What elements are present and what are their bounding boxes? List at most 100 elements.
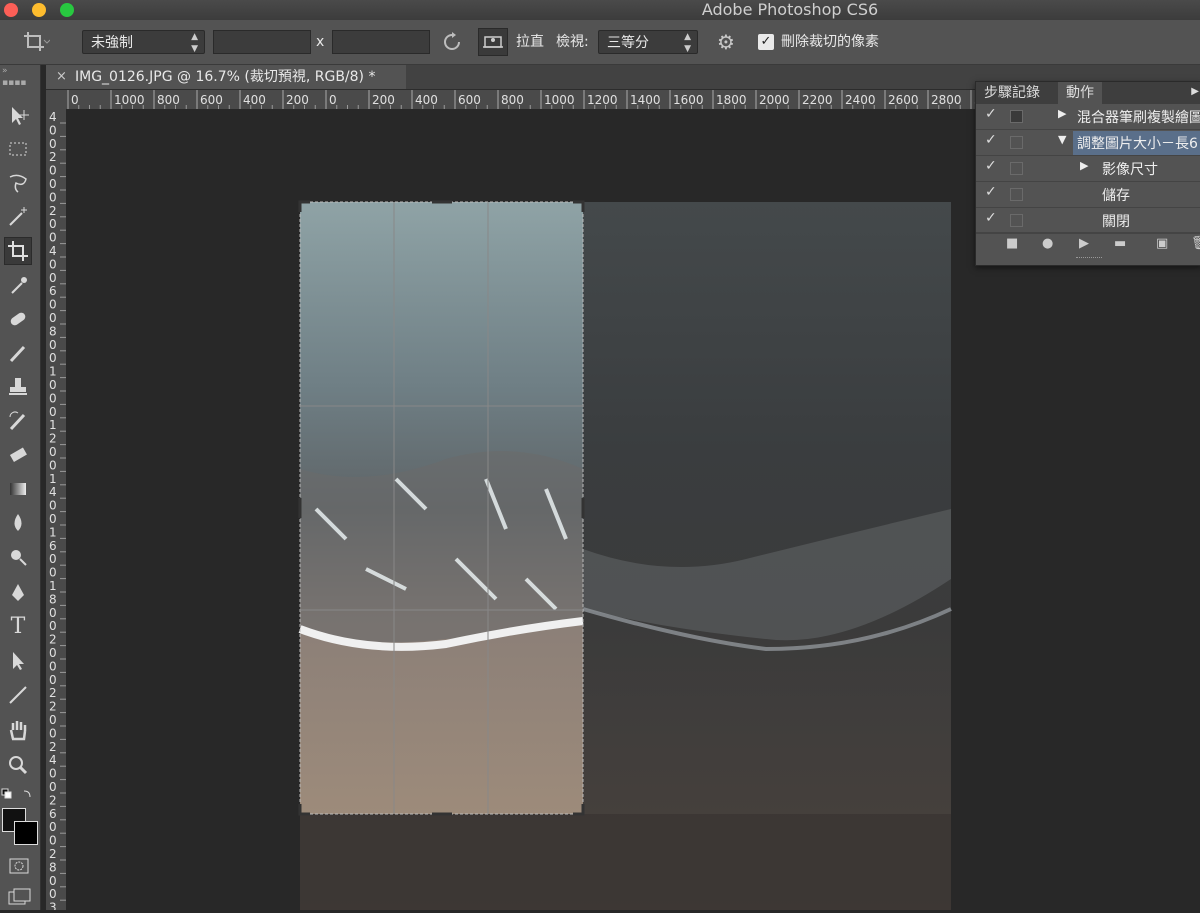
eraser-icon[interactable] xyxy=(4,441,32,469)
ruler-label: 4 xyxy=(49,244,57,258)
action-enabled-check[interactable]: ✓ xyxy=(985,210,997,226)
record-icon[interactable]: ● xyxy=(1042,236,1053,251)
ruler-label: 0 xyxy=(49,311,57,325)
ruler-label: 2000 xyxy=(759,93,790,107)
select-arrows-icon: ▲ ▼ xyxy=(191,32,198,54)
action-enabled-check[interactable]: ✓ xyxy=(985,184,997,200)
ruler-label: 4 xyxy=(49,485,57,499)
expand-triangle-icon[interactable]: ▶ xyxy=(1080,159,1088,172)
lasso-icon[interactable] xyxy=(4,169,32,197)
action-enabled-check[interactable]: ✓ xyxy=(985,132,997,148)
crop-height-input[interactable] xyxy=(332,30,430,54)
dialog-toggle-icon[interactable] xyxy=(1010,162,1023,175)
tab-history[interactable]: 步驟記錄 xyxy=(976,82,1048,104)
ruler-label: 2800 xyxy=(931,93,962,107)
eyedropper-icon[interactable] xyxy=(4,271,32,299)
crop-width-input[interactable] xyxy=(213,30,311,54)
magic-wand-icon[interactable] xyxy=(4,203,32,231)
healing-icon[interactable] xyxy=(4,305,32,333)
action-row-selected[interactable]: ✓ ▼ 調整圖片大小－長6 xyxy=(976,130,1200,156)
background-color-swatch[interactable] xyxy=(14,821,38,845)
panel-tab-strip: 步驟記錄 動作 ▶ xyxy=(976,82,1200,104)
delete-cropped-checkbox[interactable]: ✓ xyxy=(758,34,774,50)
ruler-label: 0 xyxy=(49,231,57,245)
gear-icon[interactable]: ⚙ xyxy=(712,30,740,54)
document-tab[interactable]: × IMG_0126.JPG @ 16.7% (裁切預視, RGB/8) * xyxy=(46,65,406,89)
action-enabled-check[interactable]: ✓ xyxy=(985,158,997,174)
ruler-label: 0 xyxy=(49,713,57,727)
play-icon[interactable]: ▶ xyxy=(1079,236,1089,251)
ruler-label: 0 xyxy=(49,512,57,526)
crop-ratio-select[interactable]: 未強制 ▲ ▼ xyxy=(82,30,205,54)
delete-cropped-label[interactable]: 刪除裁切的像素 xyxy=(781,30,879,54)
move-icon[interactable] xyxy=(4,102,32,130)
ruler-label: 800 xyxy=(157,93,180,107)
collapse-triangle-icon[interactable]: ▼ xyxy=(1058,133,1066,146)
zoom-window-icon[interactable] xyxy=(60,3,74,17)
brush-icon[interactable] xyxy=(4,339,32,367)
ruler-label: 8 xyxy=(49,592,57,606)
ruler-label: 0 xyxy=(71,93,79,107)
action-row[interactable]: ✓ ▶ 混合器筆刷複製繪圖 xyxy=(976,104,1200,130)
ruler-label: 0 xyxy=(49,137,57,151)
panel-resize-grip[interactable] xyxy=(1076,257,1102,261)
action-enabled-check[interactable]: ✓ xyxy=(985,106,997,122)
action-step-row[interactable]: ✓ ▶ 影像尺寸 xyxy=(976,156,1200,182)
zoom-icon[interactable] xyxy=(4,751,32,779)
ruler-label: 0 xyxy=(49,458,57,472)
dodge-icon[interactable] xyxy=(4,543,32,571)
screen-mode-icon[interactable] xyxy=(6,887,34,909)
type-icon[interactable]: T xyxy=(4,613,32,641)
line-icon[interactable] xyxy=(4,681,32,709)
gradient-icon[interactable] xyxy=(4,475,32,503)
view-label: 檢視: xyxy=(556,34,589,50)
dialog-toggle-icon[interactable] xyxy=(1010,188,1023,201)
vertical-ruler[interactable]: 4002000200400600800100012001400160018002… xyxy=(46,109,67,910)
new-set-folder-icon[interactable]: ▬ xyxy=(1114,236,1126,251)
dialog-toggle-icon[interactable] xyxy=(1010,214,1023,227)
stop-icon[interactable]: ■ xyxy=(1006,236,1018,251)
blur-icon[interactable] xyxy=(4,509,32,537)
new-action-icon[interactable]: ▣ xyxy=(1156,236,1168,251)
ruler-label: 200 xyxy=(372,93,395,107)
minimize-window-icon[interactable] xyxy=(32,3,46,17)
marquee-icon[interactable] xyxy=(4,135,32,163)
ruler-label: 2600 xyxy=(888,93,919,107)
swap-dimensions-icon[interactable] xyxy=(440,30,464,54)
panel-menu-icon[interactable]: ▶ xyxy=(1191,86,1199,97)
dialog-toggle-icon[interactable] xyxy=(1010,110,1023,123)
ruler-label: 1600 xyxy=(673,93,704,107)
ruler-origin[interactable] xyxy=(46,90,66,109)
expand-triangle-icon[interactable]: ▶ xyxy=(1058,107,1066,120)
dialog-toggle-icon[interactable] xyxy=(1010,136,1023,149)
collapse-panel-icon[interactable]: » ▪▪▪▪ xyxy=(0,65,42,88)
straighten-label[interactable]: 拉直 xyxy=(516,30,544,54)
straighten-icon[interactable] xyxy=(478,28,508,56)
ruler-label: 2400 xyxy=(845,93,876,107)
overlay-view-select[interactable]: 三等分 ▲ ▼ xyxy=(598,30,698,54)
ruler-label: 0 xyxy=(49,820,57,834)
ruler-label: 0 xyxy=(49,673,57,687)
stamp-icon[interactable] xyxy=(4,373,32,401)
ruler-label: 0 xyxy=(49,257,57,271)
ruler-label: 0 xyxy=(49,659,57,673)
crop-icon[interactable] xyxy=(4,237,32,265)
close-window-icon[interactable] xyxy=(4,3,18,17)
quick-mask-icon[interactable] xyxy=(6,855,34,877)
action-step-row[interactable]: ✓ 關閉 xyxy=(976,208,1200,234)
action-step-row[interactable]: ✓ 儲存 xyxy=(976,182,1200,208)
history-brush-icon[interactable] xyxy=(4,407,32,435)
default-colors-icon[interactable] xyxy=(0,785,40,805)
hand-icon[interactable] xyxy=(4,717,32,745)
pen-icon[interactable] xyxy=(4,579,32,607)
tab-actions[interactable]: 動作 xyxy=(1058,82,1102,104)
crop-tool-preset-icon[interactable] xyxy=(20,29,51,55)
ruler-label: 2 xyxy=(49,204,57,218)
ruler-label: 0 xyxy=(49,552,57,566)
trash-icon[interactable]: 🗑 xyxy=(1191,236,1200,251)
ruler-label: 0 xyxy=(49,298,57,312)
ruler-label: 4 xyxy=(49,110,57,124)
path-select-icon[interactable] xyxy=(4,647,32,675)
ruler-label: 0 xyxy=(49,887,57,901)
close-tab-icon[interactable]: × xyxy=(56,65,67,89)
